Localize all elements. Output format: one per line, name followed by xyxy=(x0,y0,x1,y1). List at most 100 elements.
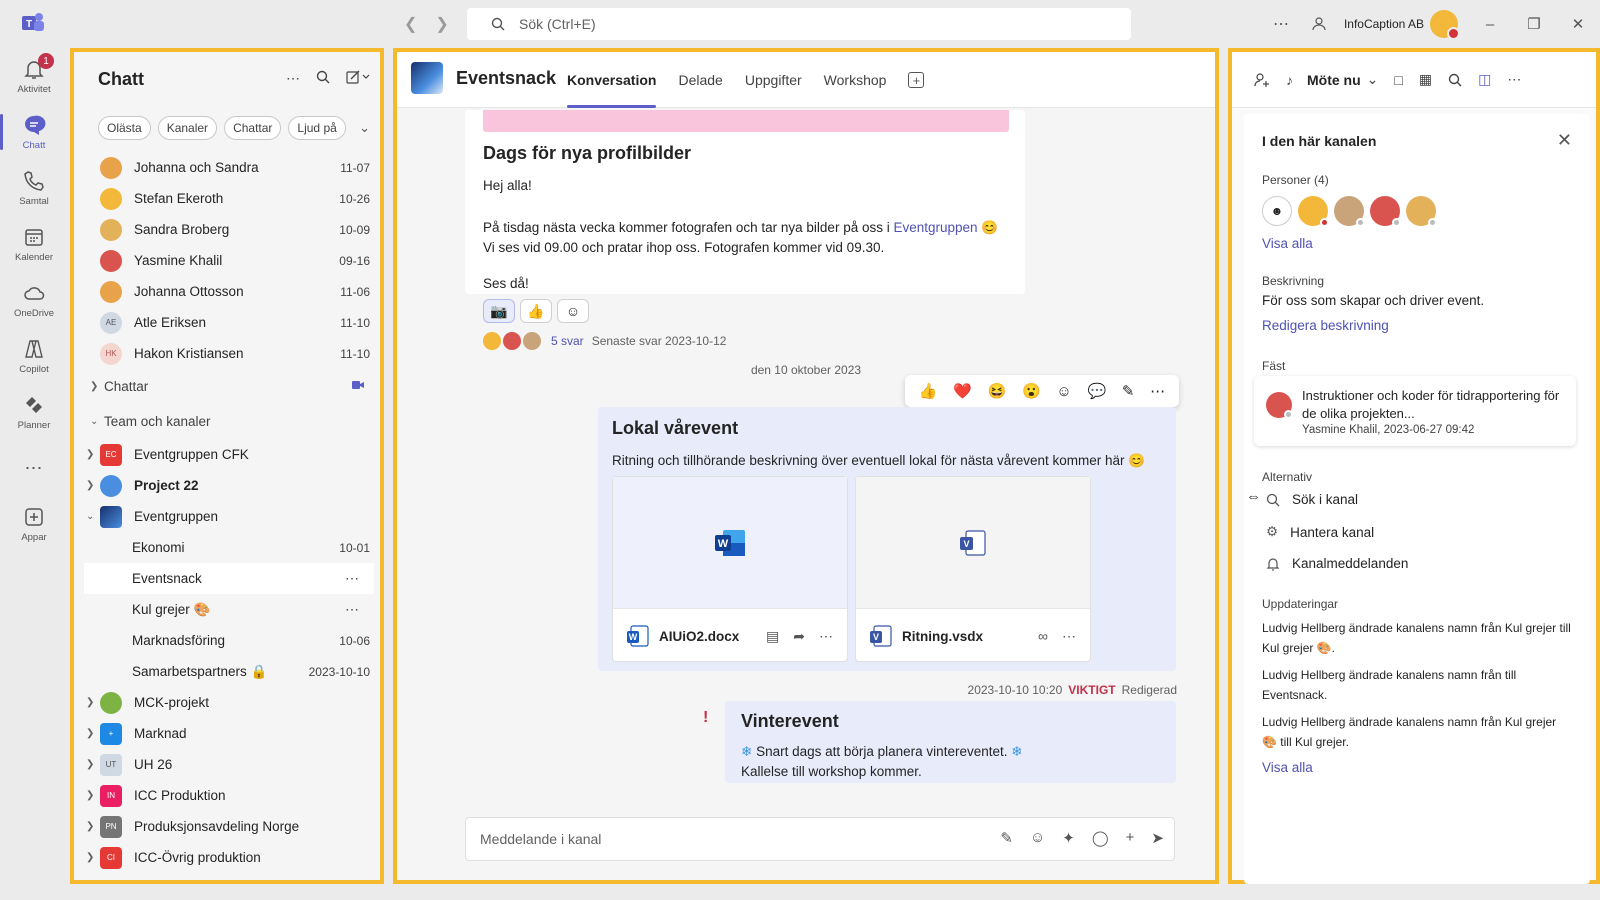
more-options-icon[interactable]: ⋯ xyxy=(1507,71,1521,88)
reaction-camera[interactable]: 📷 xyxy=(483,299,515,323)
rail-more[interactable]: ⋯ xyxy=(0,440,68,496)
loop-icon[interactable]: ◯ xyxy=(1092,829,1109,847)
rail-planner[interactable]: Planner xyxy=(0,384,68,440)
org-name[interactable]: InfoCaption AB xyxy=(1344,17,1424,31)
team-item[interactable]: ❯ IN ICC Produktion xyxy=(84,780,374,811)
chevron-down-icon[interactable]: ⌄ xyxy=(359,120,370,136)
add-member-icon[interactable]: ☻ xyxy=(1262,196,1292,226)
see-all-updates-link[interactable]: Visa alla xyxy=(1262,760,1313,775)
laugh-icon[interactable]: 😆 xyxy=(988,382,1007,400)
team-item[interactable]: ❯ + Marknad xyxy=(84,718,374,749)
back-arrow-icon[interactable]: ❮ xyxy=(404,14,417,34)
filter-chats[interactable]: Chattar xyxy=(224,116,282,140)
org-switch-icon[interactable] xyxy=(1312,16,1328,32)
open-file-icon[interactable]: ▤ xyxy=(766,628,779,645)
avatar[interactable] xyxy=(1406,196,1437,227)
meet-now-button[interactable]: Möte nu xyxy=(1307,72,1361,88)
rail-calls[interactable]: Samtal xyxy=(0,160,68,216)
share-icon[interactable]: ➦ xyxy=(793,628,805,645)
filter-channels[interactable]: Kanaler xyxy=(157,116,218,140)
forward-arrow-icon[interactable]: ❯ xyxy=(435,14,448,34)
edit-description-link[interactable]: Redigera beskrivning xyxy=(1262,318,1389,333)
rail-chat[interactable]: Chatt xyxy=(0,104,68,160)
apps-grid-icon[interactable]: ▦ xyxy=(1419,71,1432,88)
rail-calendar[interactable]: Kalender xyxy=(0,216,68,272)
section-teams[interactable]: ⌄ Team och kanaler xyxy=(84,404,374,439)
more-options-icon[interactable]: ⋯ xyxy=(286,70,300,87)
more-options-icon[interactable]: ⋯ xyxy=(1062,628,1076,645)
list-item[interactable]: AE Atle Eriksen 11-10 xyxy=(84,307,374,338)
rail-onedrive[interactable]: OneDrive xyxy=(0,272,68,328)
edit-icon[interactable]: ✎ xyxy=(1122,382,1135,400)
list-item[interactable]: Johanna och Sandra 11-07 xyxy=(84,152,374,183)
more-options-icon[interactable]: ⋯ xyxy=(1150,382,1165,400)
praise-icon[interactable]: ✦ xyxy=(1062,829,1075,847)
link-icon[interactable]: ∞ xyxy=(1038,628,1048,644)
emoji-icon[interactable]: ☺ xyxy=(1030,829,1045,847)
section-chats[interactable]: ❯ Chattar xyxy=(84,369,374,404)
filter-unread[interactable]: Olästa xyxy=(98,116,151,140)
team-item[interactable]: ⌄ Eventgruppen xyxy=(84,501,374,532)
send-icon[interactable]: ➤ xyxy=(1151,829,1164,847)
minimize-icon[interactable]: – xyxy=(1468,16,1512,33)
pinned-message[interactable]: Instruktioner och koder för tidrapporter… xyxy=(1254,376,1576,446)
channel-item[interactable]: Ekonomi 10-01 xyxy=(84,532,374,563)
chat-icon[interactable]: □ xyxy=(1394,72,1402,88)
option-manage-channel[interactable]: ⚙ Hantera kanal xyxy=(1266,524,1374,540)
reply-summary[interactable]: 5 svar Senaste svar 2023-10-12 xyxy=(483,332,726,350)
reaction-like[interactable]: 👍 xyxy=(520,299,552,323)
option-search-channel[interactable]: Sök i kanal xyxy=(1266,492,1358,507)
format-icon[interactable]: ✎ xyxy=(1000,829,1013,847)
list-item[interactable]: HK Hakon Kristiansen 11-10 xyxy=(84,338,374,369)
avatar[interactable] xyxy=(1298,196,1329,227)
attach-plus-icon[interactable]: + xyxy=(1126,829,1135,847)
surprised-icon[interactable]: 😮 xyxy=(1022,382,1041,400)
chevron-down-icon[interactable]: ⌄ xyxy=(1367,71,1379,88)
rail-copilot[interactable]: Copilot xyxy=(0,328,68,384)
new-chat-icon[interactable] xyxy=(346,70,370,87)
add-reaction-icon[interactable]: ☺ xyxy=(557,299,589,323)
filter-unmuted[interactable]: Ljud på xyxy=(288,116,346,140)
team-item[interactable]: ❯ MCK-projekt xyxy=(84,687,374,718)
team-item[interactable]: ❯ CI ICC-Övrig produktion xyxy=(84,842,374,873)
add-reaction-icon[interactable]: ☺ xyxy=(1056,383,1071,400)
tab-tasks[interactable]: Uppgifter xyxy=(745,52,802,108)
mention-link[interactable]: Eventgruppen xyxy=(893,220,977,235)
list-item[interactable]: Stefan Ekeroth 10-26 xyxy=(84,183,374,214)
option-channel-notifications[interactable]: Kanalmeddelanden xyxy=(1266,556,1408,571)
restore-icon[interactable]: ❐ xyxy=(1512,15,1556,33)
avatar[interactable] xyxy=(1370,196,1401,227)
reply-icon[interactable]: 💬 xyxy=(1087,382,1106,400)
channel-item[interactable]: Marknadsföring 10-06 xyxy=(84,625,374,656)
tab-shared[interactable]: Delade xyxy=(678,52,722,108)
see-all-people-link[interactable]: Visa alla xyxy=(1262,236,1313,251)
list-item[interactable]: Johanna Ottosson 11-06 xyxy=(84,276,374,307)
list-item[interactable]: Sandra Broberg 10-09 xyxy=(84,214,374,245)
more-options-icon[interactable]: ⋯ xyxy=(314,570,374,587)
more-options-icon[interactable]: ⋯ xyxy=(314,601,374,618)
more-options-icon[interactable]: ⋯ xyxy=(1273,14,1290,34)
search-icon[interactable] xyxy=(316,70,330,87)
search-icon[interactable] xyxy=(1448,73,1462,87)
tab-conversation[interactable]: Konversation xyxy=(567,52,657,108)
close-icon[interactable]: ✕ xyxy=(1557,130,1572,151)
reply-count[interactable]: 5 svar xyxy=(551,334,584,348)
add-tab-icon[interactable]: + xyxy=(908,72,925,88)
channel-item-selected[interactable]: Eventsnack ⋯ xyxy=(84,563,374,594)
list-item[interactable]: Yasmine Khalil 09-16 xyxy=(84,245,374,276)
team-item[interactable]: ❯ EC Eventgruppen CFK xyxy=(84,439,374,470)
more-options-icon[interactable]: ⋯ xyxy=(819,628,833,645)
like-icon[interactable]: 👍 xyxy=(919,382,938,400)
channel-item[interactable]: Kul grejer 🎨 ⋯ xyxy=(84,594,374,625)
heart-icon[interactable]: ❤️ xyxy=(953,382,972,400)
team-item[interactable]: ❯ UT UH 26 xyxy=(84,749,374,780)
info-pane-icon[interactable]: ◫ xyxy=(1478,71,1491,88)
file-attachment[interactable]: V V Ritning.vsdx ∞ ⋯ xyxy=(855,476,1091,662)
team-item[interactable]: ❯ PN Produksjonsavdeling Norge xyxy=(84,811,374,842)
close-window-icon[interactable]: ✕ xyxy=(1556,15,1600,33)
avatar[interactable] xyxy=(1334,196,1365,227)
channel-item[interactable]: Samarbetspartners 🔒 2023-10-10 xyxy=(84,656,374,687)
profile-avatar[interactable] xyxy=(1430,10,1460,40)
rail-activity[interactable]: 1 Aktivitet xyxy=(0,48,68,104)
file-attachment[interactable]: W W AIUiO2.docx ▤ ➦ ⋯ xyxy=(612,476,848,662)
